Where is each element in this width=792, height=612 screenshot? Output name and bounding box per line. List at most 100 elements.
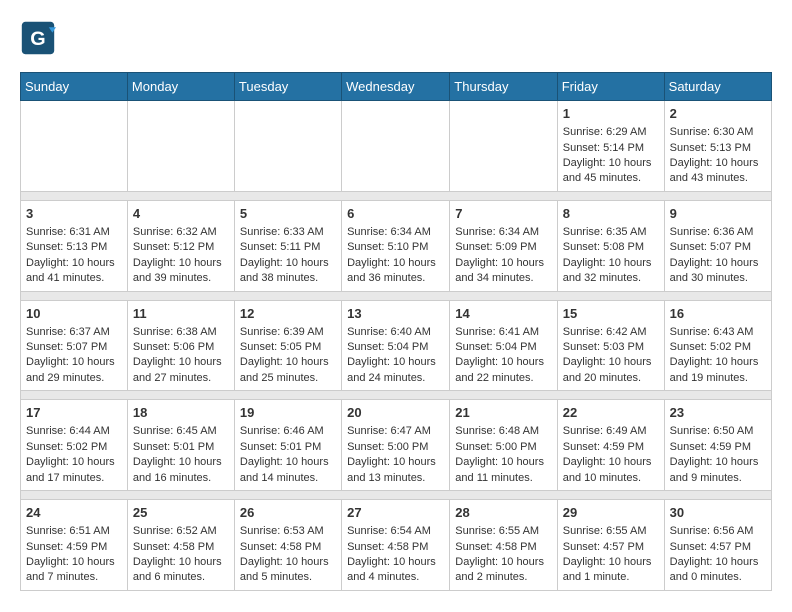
cell-text: Sunrise: 6:55 AM <box>563 524 659 539</box>
cell-text: Sunrise: 6:38 AM <box>133 325 229 340</box>
cell-text: Daylight: 10 hours <box>670 355 766 370</box>
cell-text: and 30 minutes. <box>670 271 766 286</box>
calendar-cell: 9Sunrise: 6:36 AMSunset: 5:07 PMDaylight… <box>664 200 771 291</box>
cell-text: and 13 minutes. <box>347 471 444 486</box>
header-friday: Friday <box>557 73 664 101</box>
cell-text: Daylight: 10 hours <box>133 256 229 271</box>
cell-text: Sunset: 4:57 PM <box>670 540 766 555</box>
calendar-cell: 25Sunrise: 6:52 AMSunset: 4:58 PMDayligh… <box>127 500 234 591</box>
day-number: 13 <box>347 305 444 323</box>
cell-text: Daylight: 10 hours <box>563 355 659 370</box>
cell-text: Daylight: 10 hours <box>240 555 336 570</box>
cell-text: and 29 minutes. <box>26 371 122 386</box>
cell-text: Sunset: 5:06 PM <box>133 340 229 355</box>
calendar-cell: 18Sunrise: 6:45 AMSunset: 5:01 PMDayligh… <box>127 400 234 491</box>
day-number: 30 <box>670 504 766 522</box>
week-divider-cell <box>21 291 772 300</box>
cell-text: Daylight: 10 hours <box>455 355 551 370</box>
cell-text: Sunrise: 6:48 AM <box>455 424 551 439</box>
cell-text: Sunrise: 6:49 AM <box>563 424 659 439</box>
day-number: 9 <box>670 205 766 223</box>
calendar-cell: 12Sunrise: 6:39 AMSunset: 5:05 PMDayligh… <box>234 300 341 391</box>
cell-text: Sunset: 5:02 PM <box>26 440 122 455</box>
cell-text: Sunrise: 6:34 AM <box>455 225 551 240</box>
cell-text: Sunrise: 6:46 AM <box>240 424 336 439</box>
calendar-cell: 20Sunrise: 6:47 AMSunset: 5:00 PMDayligh… <box>342 400 450 491</box>
cell-text: and 34 minutes. <box>455 271 551 286</box>
cell-text: Sunrise: 6:43 AM <box>670 325 766 340</box>
calendar-week-0: 1Sunrise: 6:29 AMSunset: 5:14 PMDaylight… <box>21 101 772 192</box>
calendar-cell: 17Sunrise: 6:44 AMSunset: 5:02 PMDayligh… <box>21 400 128 491</box>
logo: G <box>20 20 60 56</box>
day-number: 26 <box>240 504 336 522</box>
cell-text: and 20 minutes. <box>563 371 659 386</box>
cell-text: Daylight: 10 hours <box>455 555 551 570</box>
logo-icon: G <box>20 20 56 56</box>
cell-text: Sunrise: 6:41 AM <box>455 325 551 340</box>
calendar-cell: 4Sunrise: 6:32 AMSunset: 5:12 PMDaylight… <box>127 200 234 291</box>
cell-text: Sunset: 4:58 PM <box>455 540 551 555</box>
calendar-table: SundayMondayTuesdayWednesdayThursdayFrid… <box>20 72 772 591</box>
calendar-cell <box>342 101 450 192</box>
day-number: 2 <box>670 105 766 123</box>
cell-text: Sunset: 4:58 PM <box>347 540 444 555</box>
calendar-cell: 1Sunrise: 6:29 AMSunset: 5:14 PMDaylight… <box>557 101 664 192</box>
calendar-cell: 6Sunrise: 6:34 AMSunset: 5:10 PMDaylight… <box>342 200 450 291</box>
calendar-body: 1Sunrise: 6:29 AMSunset: 5:14 PMDaylight… <box>21 101 772 591</box>
cell-text: Sunset: 5:04 PM <box>347 340 444 355</box>
day-number: 23 <box>670 404 766 422</box>
cell-text: Sunset: 5:14 PM <box>563 141 659 156</box>
cell-text: Daylight: 10 hours <box>26 455 122 470</box>
day-number: 28 <box>455 504 551 522</box>
cell-text: Sunset: 5:09 PM <box>455 240 551 255</box>
calendar-cell <box>234 101 341 192</box>
cell-text: and 4 minutes. <box>347 570 444 585</box>
cell-text: and 41 minutes. <box>26 271 122 286</box>
cell-text: and 17 minutes. <box>26 471 122 486</box>
week-divider-cell <box>21 191 772 200</box>
cell-text: and 27 minutes. <box>133 371 229 386</box>
cell-text: Daylight: 10 hours <box>240 455 336 470</box>
cell-text: Daylight: 10 hours <box>347 455 444 470</box>
calendar-cell: 11Sunrise: 6:38 AMSunset: 5:06 PMDayligh… <box>127 300 234 391</box>
calendar-cell: 15Sunrise: 6:42 AMSunset: 5:03 PMDayligh… <box>557 300 664 391</box>
week-divider <box>21 291 772 300</box>
cell-text: and 9 minutes. <box>670 471 766 486</box>
calendar-cell: 2 Sunrise: 6:30 AMSunset: 5:13 PMDaylight… <box>664 101 771 192</box>
calendar-cell: 23Sunrise: 6:50 AMSunset: 4:59 PMDayligh… <box>664 400 771 491</box>
day-number: 3 <box>26 205 122 223</box>
calendar-cell: 10Sunrise: 6:37 AMSunset: 5:07 PMDayligh… <box>21 300 128 391</box>
day-number: 14 <box>455 305 551 323</box>
calendar-cell: 27Sunrise: 6:54 AMSunset: 4:58 PMDayligh… <box>342 500 450 591</box>
cell-text: Sunrise: 6:42 AM <box>563 325 659 340</box>
cell-text: Sunrise: 6:33 AM <box>240 225 336 240</box>
cell-text: Sunrise: 6:30 AM <box>670 125 766 140</box>
cell-text: and 5 minutes. <box>240 570 336 585</box>
cell-text: and 36 minutes. <box>347 271 444 286</box>
header-tuesday: Tuesday <box>234 73 341 101</box>
cell-text: and 39 minutes. <box>133 271 229 286</box>
cell-text: and 24 minutes. <box>347 371 444 386</box>
header-thursday: Thursday <box>450 73 557 101</box>
cell-text: Sunrise: 6:35 AM <box>563 225 659 240</box>
header-wednesday: Wednesday <box>342 73 450 101</box>
cell-text: Sunset: 5:10 PM <box>347 240 444 255</box>
calendar-cell: 8Sunrise: 6:35 AMSunset: 5:08 PMDaylight… <box>557 200 664 291</box>
cell-text: Sunrise: 6:39 AM <box>240 325 336 340</box>
week-divider <box>21 391 772 400</box>
cell-text: Sunrise: 6:55 AM <box>455 524 551 539</box>
cell-text: Daylight: 10 hours <box>563 455 659 470</box>
cell-text: Sunset: 5:12 PM <box>133 240 229 255</box>
cell-text: Daylight: 10 hours <box>670 256 766 271</box>
calendar-header-row: SundayMondayTuesdayWednesdayThursdayFrid… <box>21 73 772 101</box>
cell-text: Sunset: 5:07 PM <box>26 340 122 355</box>
cell-text: Sunrise: 6:36 AM <box>670 225 766 240</box>
cell-text: Sunset: 5:01 PM <box>133 440 229 455</box>
cell-text: Sunrise: 6:37 AM <box>26 325 122 340</box>
calendar-cell: 30Sunrise: 6:56 AMSunset: 4:57 PMDayligh… <box>664 500 771 591</box>
cell-text: Sunrise: 6:47 AM <box>347 424 444 439</box>
calendar-cell: 3Sunrise: 6:31 AMSunset: 5:13 PMDaylight… <box>21 200 128 291</box>
day-number: 15 <box>563 305 659 323</box>
cell-text: Sunset: 5:13 PM <box>670 141 766 156</box>
cell-text: Daylight: 10 hours <box>670 156 766 171</box>
